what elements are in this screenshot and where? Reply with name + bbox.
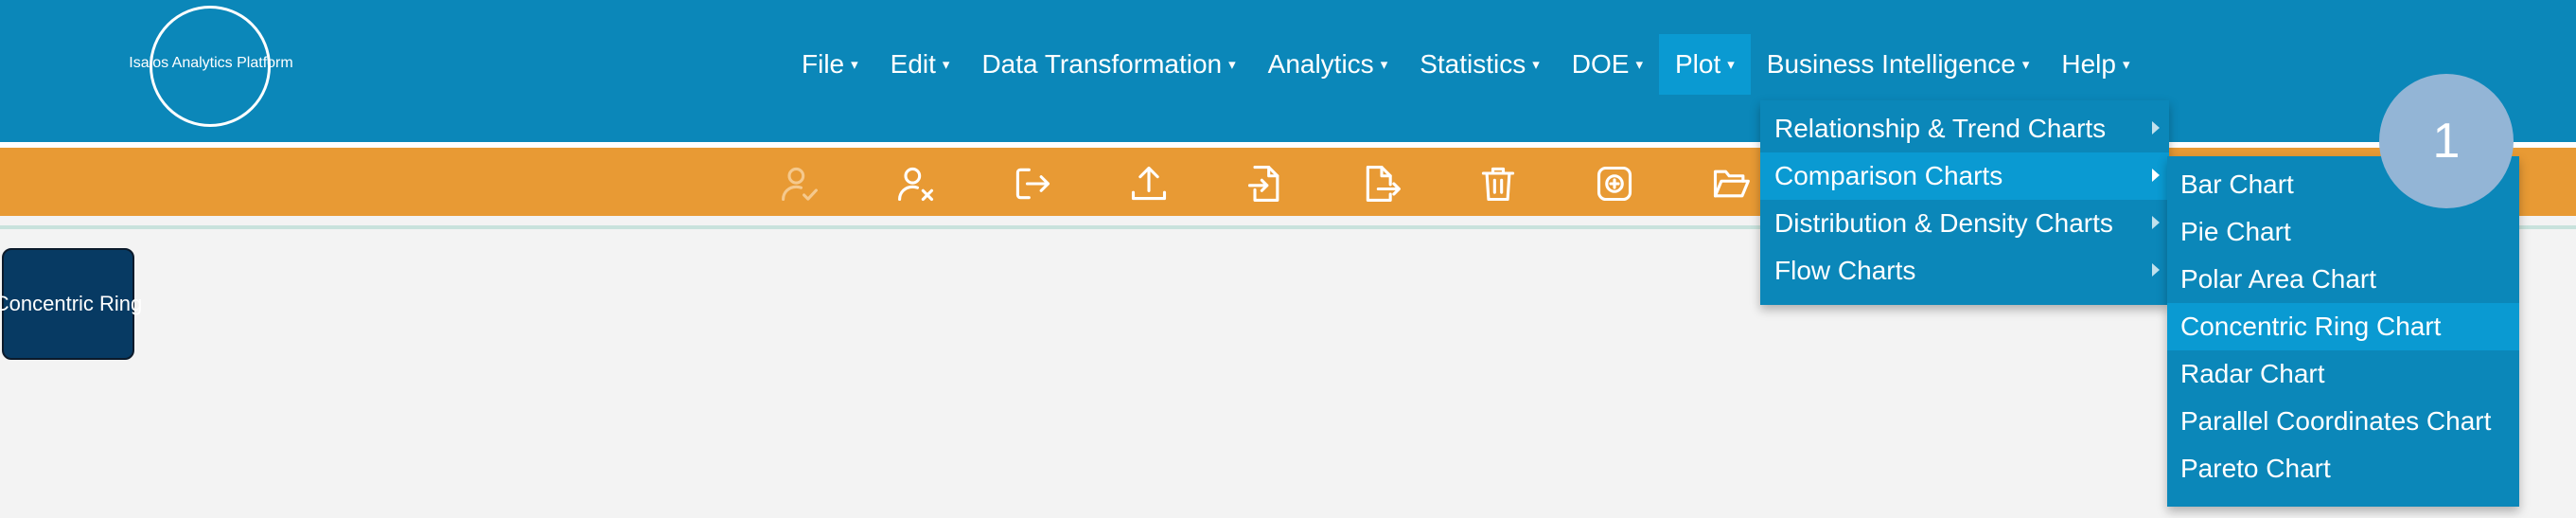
submenu-item-parallel-coordinates-chart[interactable]: Parallel Coordinates Chart [2167, 398, 2519, 445]
menu-edit[interactable]: Edit ▾ [874, 34, 966, 95]
user-remove-icon [898, 167, 934, 202]
submenu-item-label: Radar Chart [2180, 359, 2325, 388]
menu-item-distribution-density-charts[interactable]: Distribution & Density Charts [1760, 200, 2169, 247]
concentric-ring-card[interactable]: Concentric Ring [0, 248, 142, 360]
menu-business-intelligence[interactable]: Business Intelligence ▾ [1751, 34, 2046, 95]
caret-down-icon: ▾ [942, 57, 950, 73]
caret-down-icon: ▾ [1635, 57, 1643, 73]
menu-item-label: Relationship & Trend Charts [1774, 114, 2107, 143]
submenu-item-concentric-ring-chart[interactable]: Concentric Ring Chart [2167, 303, 2519, 350]
submenu-item-label: Concentric Ring Chart [2180, 312, 2442, 341]
menu-label: DOE [1571, 49, 1630, 79]
submenu-item-label: Parallel Coordinates Chart [2180, 406, 2492, 436]
menu-label: Business Intelligence [1766, 49, 2016, 79]
delete-button[interactable] [1476, 162, 1520, 205]
plot-dropdown-menu: Relationship & Trend Charts Comparison C… [1760, 100, 2169, 305]
user-check-icon [782, 167, 818, 202]
open-folder-button[interactable] [1709, 162, 1753, 205]
submenu-item-label: Pie Chart [2180, 217, 2291, 246]
menu-label: Help [2061, 49, 2116, 79]
menu-item-label: Flow Charts [1774, 256, 1916, 285]
comparison-charts-submenu: Bar Chart Pie Chart Polar Area Chart Con… [2167, 156, 2519, 507]
file-import-icon [1247, 166, 1279, 202]
submenu-item-label: Polar Area Chart [2180, 264, 2376, 294]
menu-item-label: Comparison Charts [1774, 161, 2003, 190]
menu-item-relationship-trend-charts[interactable]: Relationship & Trend Charts [1760, 105, 2169, 152]
menu-label: File [802, 49, 845, 79]
menu-analytics[interactable]: Analytics ▾ [1252, 34, 1404, 95]
menu-data-transformation[interactable]: Data Transformation ▾ [965, 34, 1251, 95]
logout-icon [1015, 168, 1050, 200]
upload-icon [1131, 166, 1167, 201]
submenu-item-pareto-chart[interactable]: Pareto Chart [2167, 445, 2519, 492]
top-navigation-bar: Isalos Analytics Platform File ▾ Edit ▾ Da… [0, 0, 2576, 142]
card-label: Concentric Ring [0, 292, 143, 315]
caret-down-icon: ▾ [2021, 57, 2030, 73]
main-menu: File ▾ Edit ▾ Data Transformation ▾ Analyti… [785, 34, 2145, 95]
caret-down-icon: ▾ [851, 57, 858, 73]
chevron-right-icon [2152, 121, 2160, 134]
user-remove-button[interactable] [894, 162, 938, 205]
chevron-right-icon [2152, 216, 2160, 229]
add-button[interactable] [1593, 162, 1636, 205]
menu-item-flow-charts[interactable]: Flow Charts [1760, 247, 2169, 295]
upload-button[interactable] [1127, 162, 1171, 205]
folder-open-icon [1713, 170, 1750, 198]
caret-down-icon: ▾ [1532, 57, 1540, 73]
caret-down-icon: ▾ [1727, 57, 1735, 73]
menu-label: Analytics [1267, 49, 1374, 79]
submenu-item-radar-chart[interactable]: Radar Chart [2167, 350, 2519, 398]
step-number-badge: 1 [2379, 74, 2514, 208]
submenu-item-label: Bar Chart [2180, 170, 2294, 199]
menu-label: Plot [1675, 49, 1721, 79]
logo-text: Isalos Analytics Platform [129, 55, 293, 71]
logout-button[interactable] [1011, 162, 1054, 205]
submenu-item-label: Pareto Chart [2180, 454, 2331, 483]
menu-statistics[interactable]: Statistics ▾ [1403, 34, 1556, 95]
menu-item-comparison-charts[interactable]: Comparison Charts [1760, 152, 2169, 200]
caret-down-icon: ▾ [1228, 57, 1236, 73]
trash-icon [1481, 167, 1515, 202]
file-import-button[interactable] [1244, 162, 1287, 205]
add-square-icon [1597, 166, 1632, 202]
file-export-icon [1366, 166, 1401, 202]
menu-item-label: Distribution & Density Charts [1774, 208, 2113, 238]
menu-file[interactable]: File ▾ [785, 34, 874, 95]
chevron-right-icon [2152, 169, 2160, 182]
menu-help[interactable]: Help ▾ [2045, 34, 2145, 95]
file-export-button[interactable] [1360, 162, 1403, 205]
caret-down-icon: ▾ [2122, 57, 2130, 73]
submenu-item-polar-area-chart[interactable]: Polar Area Chart [2167, 256, 2519, 303]
caret-down-icon: ▾ [1380, 57, 1388, 73]
menu-plot[interactable]: Plot ▾ [1659, 34, 1751, 95]
menu-label: Data Transformation [981, 49, 1223, 79]
chevron-right-icon [2152, 263, 2160, 277]
menu-label: Edit [890, 49, 936, 79]
menu-label: Statistics [1420, 49, 1526, 79]
submenu-item-pie-chart[interactable]: Pie Chart [2167, 208, 2519, 256]
user-check-button[interactable] [778, 162, 821, 205]
step-number: 1 [2432, 114, 2461, 169]
menu-doe[interactable]: DOE ▾ [1556, 34, 1659, 95]
